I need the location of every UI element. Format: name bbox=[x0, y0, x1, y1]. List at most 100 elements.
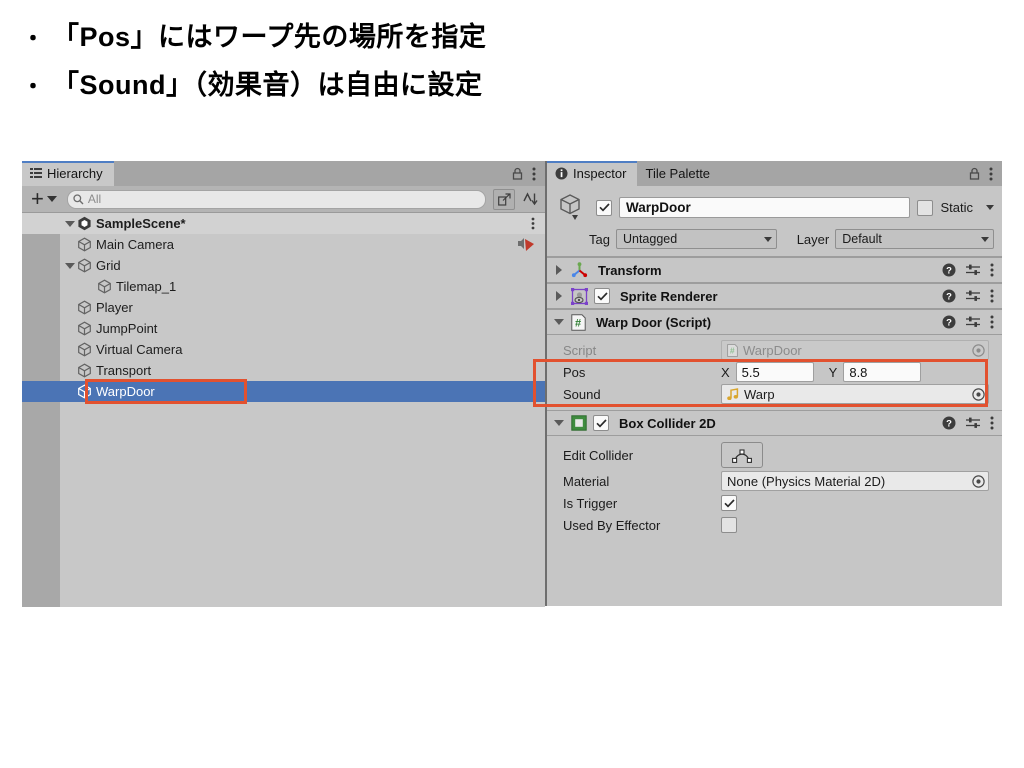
gameobject-icon bbox=[77, 237, 92, 252]
help-icon[interactable]: ? bbox=[942, 315, 956, 329]
component-enabled-checkbox[interactable] bbox=[594, 288, 610, 304]
used-by-effector-row: Used By Effector bbox=[547, 514, 1002, 536]
used-by-effector-label: Used By Effector bbox=[563, 517, 661, 533]
unity-scene-icon bbox=[77, 216, 92, 231]
search-input[interactable]: All bbox=[66, 189, 486, 209]
hierarchy-item[interactable]: Transport bbox=[22, 360, 545, 381]
svg-text:?: ? bbox=[946, 292, 952, 303]
sound-object-field[interactable]: Warp bbox=[721, 384, 989, 404]
collapse-toggle-icon[interactable] bbox=[64, 262, 75, 269]
preset-icon[interactable] bbox=[966, 263, 980, 277]
sound-field-row: Sound Warp bbox=[547, 383, 1002, 405]
object-picker-icon[interactable] bbox=[972, 387, 985, 401]
material-label: Material bbox=[563, 473, 610, 489]
preset-icon[interactable] bbox=[966, 289, 980, 303]
object-picker-icon[interactable] bbox=[972, 474, 985, 488]
hierarchy-item[interactable]: Player bbox=[22, 297, 545, 318]
add-gameobject-button[interactable]: + bbox=[28, 186, 60, 211]
static-checkbox[interactable] bbox=[917, 199, 934, 216]
script-field-row: Script # WarpDoor bbox=[547, 339, 1002, 361]
lock-icon[interactable] bbox=[512, 167, 523, 180]
gameobject-icon bbox=[77, 321, 92, 336]
tab-tile-palette-label: Tile Palette bbox=[645, 166, 711, 181]
component-header-warp-door-script[interactable]: # Warp Door (Script) ? bbox=[547, 309, 1002, 335]
hierarchy-item[interactable]: Grid bbox=[22, 255, 545, 276]
hierarchy-item-label: JumpPoint bbox=[96, 321, 158, 336]
used-by-effector-checkbox[interactable] bbox=[721, 517, 737, 533]
gameobject-tag-layer-row: Tag Untagged Layer Default bbox=[555, 229, 994, 249]
chevron-down-icon bbox=[981, 236, 989, 242]
expand-toggle-icon[interactable] bbox=[553, 291, 565, 301]
pos-y-input[interactable]: 8.8 bbox=[843, 362, 922, 382]
svg-text:?: ? bbox=[946, 419, 952, 430]
static-label: Static bbox=[940, 200, 973, 215]
kebab-menu-icon[interactable] bbox=[990, 315, 994, 329]
component-header-box-collider-2d[interactable]: Box Collider 2D ? bbox=[547, 410, 1002, 436]
sort-button[interactable] bbox=[519, 189, 541, 209]
lock-icon[interactable] bbox=[969, 167, 980, 180]
box-collider-2d-icon bbox=[571, 415, 587, 431]
hierarchy-item-selected[interactable]: WarpDoor bbox=[22, 381, 545, 402]
plus-icon: + bbox=[31, 186, 44, 211]
tab-inspector[interactable]: Inspector bbox=[547, 161, 638, 186]
is-trigger-label: Is Trigger bbox=[563, 495, 618, 511]
help-icon[interactable]: ? bbox=[942, 289, 956, 303]
material-object-field[interactable]: None (Physics Material 2D) bbox=[721, 471, 989, 491]
component-title: Box Collider 2D bbox=[619, 415, 716, 431]
expand-toggle-icon[interactable] bbox=[553, 265, 565, 275]
gameobject-icon bbox=[77, 342, 92, 357]
hierarchy-item[interactable]: Main Camera bbox=[22, 234, 545, 255]
help-icon[interactable]: ? bbox=[942, 416, 956, 430]
gameobject-icon bbox=[77, 300, 92, 315]
static-dropdown-chevron-icon[interactable] bbox=[986, 205, 994, 210]
edit-collider-button[interactable] bbox=[721, 442, 763, 468]
hierarchy-tree[interactable]: SampleScene* Main Camera Grid Tilemap_1 Play… bbox=[22, 213, 545, 607]
hierarchy-item[interactable]: JumpPoint bbox=[22, 318, 545, 339]
kebab-menu-icon[interactable] bbox=[990, 416, 994, 430]
material-row: Material None (Physics Material 2D) bbox=[547, 470, 1002, 492]
bullet-text: 「Sound」（効果音）は自由に設定 bbox=[52, 70, 483, 100]
component-actions: ? bbox=[942, 263, 994, 277]
layer-value: Default bbox=[842, 232, 882, 246]
inspector-tabbar: Inspector Tile Palette bbox=[547, 161, 1002, 186]
svg-text:?: ? bbox=[946, 266, 952, 277]
component-header-sprite-renderer[interactable]: Sprite Renderer ? bbox=[547, 283, 1002, 309]
transform-icon bbox=[571, 261, 588, 279]
gameobject-enabled-checkbox[interactable] bbox=[596, 199, 612, 216]
chevron-down-icon bbox=[763, 236, 772, 242]
collapse-toggle-icon[interactable] bbox=[553, 420, 565, 426]
collapse-toggle-icon[interactable] bbox=[64, 220, 75, 227]
kebab-menu-icon[interactable] bbox=[532, 167, 536, 181]
collapse-toggle-icon[interactable] bbox=[553, 319, 565, 325]
pos-x-input[interactable]: 5.5 bbox=[735, 362, 814, 382]
preset-icon[interactable] bbox=[966, 416, 980, 430]
gameobject-name-input[interactable]: WarpDoor bbox=[619, 197, 911, 218]
kebab-menu-icon[interactable] bbox=[990, 263, 994, 277]
component-header-transform[interactable]: Transform ? bbox=[547, 257, 1002, 283]
kebab-menu-icon[interactable] bbox=[531, 217, 545, 230]
help-icon[interactable]: ? bbox=[942, 263, 956, 277]
hierarchy-item[interactable]: Virtual Camera bbox=[22, 339, 545, 360]
search-icon bbox=[73, 193, 84, 205]
audio-listener-icon bbox=[517, 237, 545, 253]
tab-hierarchy[interactable]: Hierarchy bbox=[22, 161, 114, 186]
edit-collider-label: Edit Collider bbox=[563, 447, 634, 463]
kebab-menu-icon[interactable] bbox=[989, 167, 993, 181]
layer-dropdown[interactable]: Default bbox=[835, 229, 994, 249]
component-enabled-checkbox[interactable] bbox=[593, 415, 609, 431]
hierarchy-scene-label: SampleScene* bbox=[96, 216, 186, 231]
hierarchy-item[interactable]: Tilemap_1 bbox=[22, 276, 545, 297]
hierarchy-item-label: Transport bbox=[96, 363, 152, 378]
preset-icon[interactable] bbox=[966, 315, 980, 329]
is-trigger-checkbox[interactable] bbox=[721, 495, 737, 511]
bullet-list: ・ 「Pos」にはワープ先の場所を指定 ・ 「Sound」（効果音）は自由に設定 bbox=[22, 14, 982, 110]
expand-scene-button[interactable] bbox=[493, 188, 515, 210]
sprite-renderer-icon bbox=[571, 287, 588, 305]
box-collider-properties: Edit Collider Material None (Physics Mat… bbox=[547, 436, 1002, 541]
kebab-menu-icon[interactable] bbox=[990, 289, 994, 303]
hierarchy-scene-row[interactable]: SampleScene* bbox=[22, 213, 545, 234]
tab-tile-palette[interactable]: Tile Palette bbox=[637, 161, 722, 186]
tag-dropdown[interactable]: Untagged bbox=[615, 229, 777, 249]
pos-x-label: X bbox=[721, 364, 730, 380]
hierarchy-tabbar-actions bbox=[512, 161, 545, 186]
